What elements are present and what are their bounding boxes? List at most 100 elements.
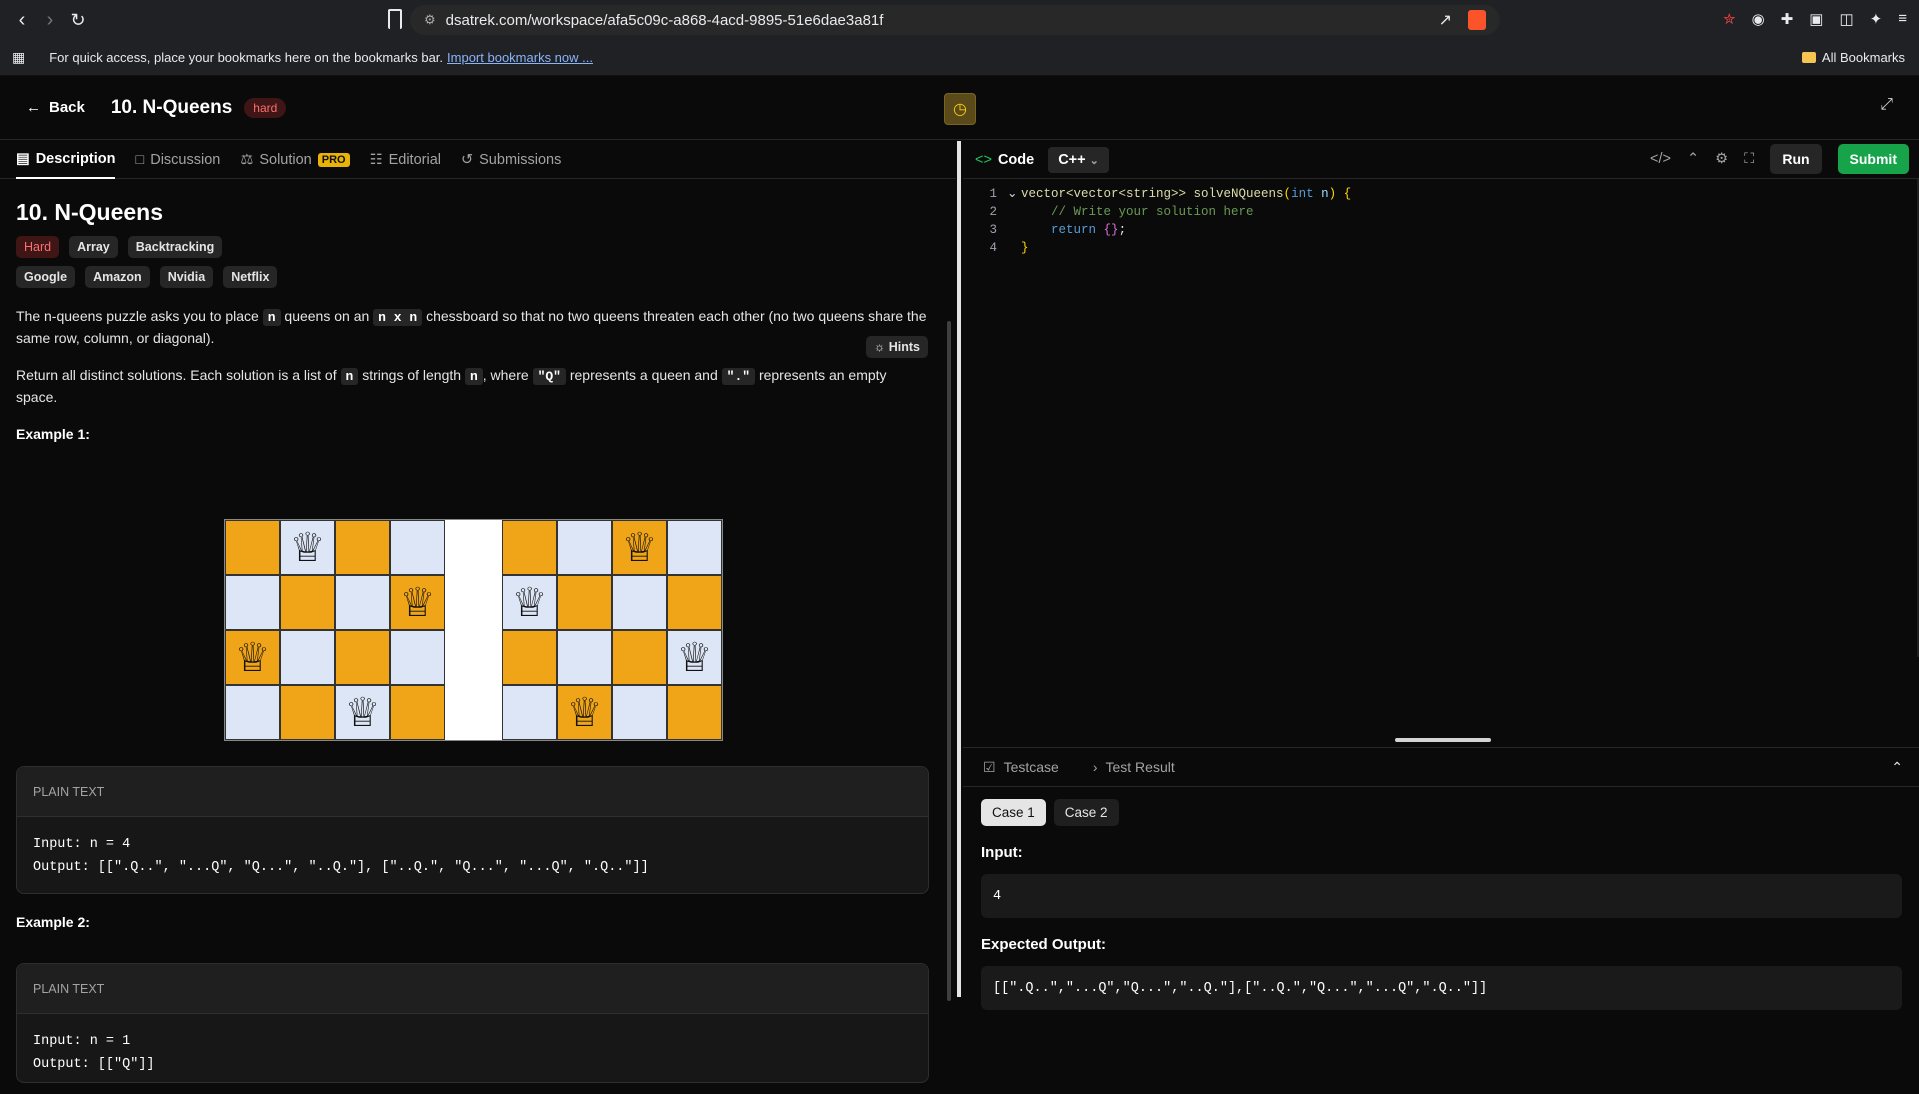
extension-box-icon[interactable]: ▣ [1809, 10, 1823, 28]
brave-shield-icon[interactable] [1468, 10, 1486, 30]
board-square [335, 575, 390, 630]
tab-testcase[interactable]: ☑ Testcase [983, 759, 1059, 776]
code-tab-label[interactable]: Code [998, 152, 1034, 168]
code-text: vector<vector<string>> solveNQueens(int … [1021, 187, 1352, 201]
extension-eye-icon[interactable]: ◉ [1752, 10, 1765, 28]
board-square: ♕ [612, 520, 667, 575]
example-input: Input: n = 1 [33, 1034, 131, 1049]
maximize-icon[interactable]: ⛶ [1744, 151, 1754, 167]
text: The n-queens puzzle asks you to place [16, 308, 259, 324]
forward-nav-icon[interactable]: › [36, 6, 64, 34]
code-text: return {}; [1051, 223, 1127, 237]
code-block-label: PLAIN TEXT [17, 964, 928, 1014]
collapse-chevron-icon[interactable]: ⌃ [1891, 759, 1903, 776]
company-tag[interactable]: Google [16, 266, 76, 288]
line-number: 2 [989, 205, 997, 219]
checkbox-icon: ☑ [983, 758, 996, 775]
code-line: 3 return {}; [963, 221, 1919, 239]
tab-discussion[interactable]: □ Discussion [135, 141, 220, 179]
code-icon: <> [975, 151, 992, 168]
board-square [280, 630, 335, 685]
code-text: // Write your solution here [1021, 205, 1254, 219]
description-panel: ▤ Description □ Discussion ⚖ Solution PRO ☷ E… [0, 141, 956, 1083]
tab-description[interactable]: ▤ Description [16, 141, 116, 179]
description-paragraph-1: The n-queens puzzle asks you to place n … [16, 306, 928, 349]
menu-icon[interactable]: ≡ [1898, 10, 1907, 28]
tab-test-result[interactable]: › Test Result [1093, 759, 1175, 775]
code-block-label: PLAIN TEXT [17, 767, 928, 817]
fullscreen-icon[interactable]: ⤢ [1880, 96, 1893, 114]
inline-code: n [262, 309, 281, 326]
board-square [280, 685, 335, 740]
code-editor[interactable]: 1 ⌄ vector<vector<string>> solveNQueens(… [963, 179, 1919, 657]
browser-toolbar: ‹ › ↻ ⚙ dsatrek.com/workspace/afa5c09c-a… [0, 0, 1919, 40]
vertical-resize-handle[interactable] [1395, 738, 1491, 742]
board-square [557, 575, 612, 630]
chevron-up-icon[interactable]: ⌃ [1687, 151, 1699, 167]
case-1-button[interactable]: Case 1 [981, 799, 1046, 826]
board-square [667, 520, 722, 575]
company-tag[interactable]: Nvidia [159, 266, 214, 288]
problem-description: 10. N-Queens Hard Array Backtracking Goo… [16, 179, 928, 442]
board-square [502, 630, 557, 685]
company-tag[interactable]: Netflix [223, 266, 278, 288]
language-select[interactable]: C++ ⌄ [1048, 146, 1109, 173]
submit-button[interactable]: Submit [1837, 144, 1909, 174]
code-line: 4 } [963, 239, 1919, 257]
all-bookmarks-button[interactable]: All Bookmarks [1801, 50, 1905, 65]
tab-solution[interactable]: ⚖ Solution PRO [240, 141, 350, 179]
bookmark-star-icon[interactable] [388, 9, 402, 29]
example-output: Output: [["Q"]] [33, 1057, 155, 1072]
address-bar[interactable]: ⚙ dsatrek.com/workspace/afa5c09c-a868-4a… [410, 5, 1500, 35]
board-square [502, 685, 557, 740]
import-bookmarks-link[interactable]: Import bookmarks now ... [447, 50, 593, 65]
history-icon: ↺ [460, 151, 474, 168]
tab-label: Solution [259, 151, 312, 168]
code-text: } [1021, 241, 1029, 255]
chevron-down-icon: ⌄ [1089, 154, 1099, 167]
queen-icon: ♕ [344, 690, 381, 735]
back-nav-icon[interactable]: ‹ [8, 6, 36, 34]
queen-icon: ♕ [399, 580, 436, 625]
left-tabs: ▤ Description □ Discussion ⚖ Solution PRO ☷ E… [0, 141, 956, 179]
settings-gear-icon[interactable]: ⚙ [1715, 151, 1728, 167]
description-scrollbar[interactable] [947, 321, 951, 1001]
problem-title: 10. N-Queens [16, 199, 163, 225]
text: , where [482, 367, 529, 383]
expected-output-label: Expected Output: [981, 936, 1107, 953]
editor-tools: </> ⌃ ⚙ ⛶ Run Submit [1650, 144, 1909, 174]
case-2-button[interactable]: Case 2 [1053, 799, 1119, 826]
leo-ai-icon[interactable]: ✦ [1870, 10, 1883, 28]
line-number: 1 [989, 187, 997, 201]
board-square [612, 685, 667, 740]
tab-editorial[interactable]: ☷ Editorial [370, 141, 441, 179]
tab-submissions[interactable]: ↺ Submissions [461, 141, 561, 179]
pro-badge: PRO [317, 152, 350, 167]
queen-icon: ♕ [566, 690, 603, 735]
queen-icon: ♕ [621, 525, 658, 570]
board-square [335, 630, 390, 685]
extensions-puzzle-icon[interactable]: ✚ [1781, 10, 1794, 28]
reload-icon[interactable]: ↻ [64, 6, 92, 34]
apps-grid-icon[interactable]: ▦ [12, 49, 25, 66]
hints-button[interactable]: ☼ Hints [865, 336, 928, 358]
format-code-icon[interactable]: </> [1650, 151, 1671, 167]
topic-tag[interactable]: Array [69, 236, 118, 258]
site-info-icon[interactable]: ⚙ [424, 12, 436, 28]
timer-button[interactable]: ◷ [944, 93, 976, 125]
company-tag[interactable]: Amazon [85, 266, 150, 288]
share-icon[interactable]: ↗ [1439, 10, 1452, 30]
input-value: 4 [981, 874, 1902, 918]
back-button[interactable]: ← Back [26, 99, 85, 116]
example-1-heading: Example 1: [16, 426, 90, 442]
queen-icon: ♕ [289, 525, 326, 570]
text: strings of length [362, 367, 462, 383]
fold-icon[interactable]: ⌄ [1007, 185, 1021, 203]
run-button[interactable]: Run [1770, 144, 1822, 174]
sidebar-toggle-icon[interactable]: ◫ [1839, 10, 1853, 28]
topic-tag[interactable]: Backtracking [127, 236, 223, 258]
example-output: Output: [[".Q..", "...Q", "Q...", "..Q."… [33, 860, 649, 875]
extension-icon-red[interactable]: ✮ [1723, 10, 1736, 28]
example-1-content: Input: n = 4 Output: [[".Q..", "...Q", "… [17, 817, 928, 897]
panel-resize-handle[interactable] [957, 141, 961, 997]
